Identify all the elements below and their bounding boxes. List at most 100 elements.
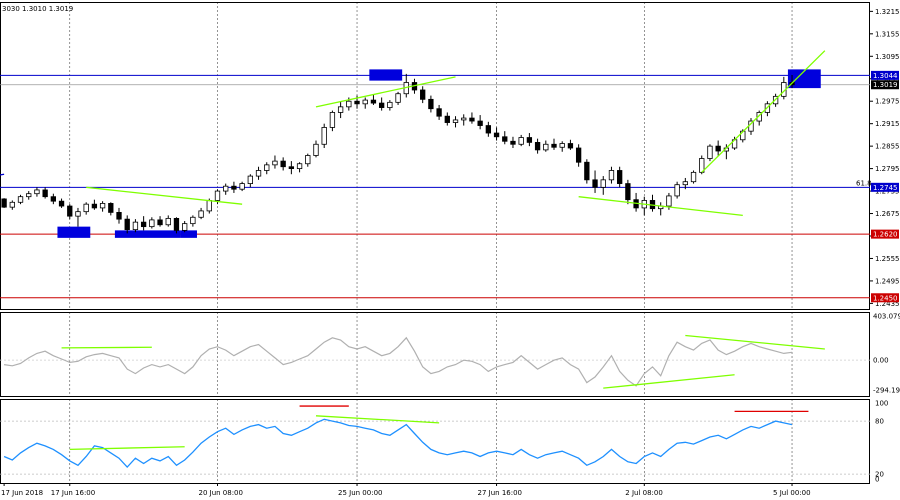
price-y-tick-label: 1.2975 [875, 98, 900, 106]
candle-body [83, 203, 89, 213]
price-y-tick-label: 1.2555 [875, 255, 900, 263]
candle-body [493, 132, 500, 138]
box-jun-low-1 [57, 226, 91, 238]
candle-body [485, 125, 492, 134]
candle-body [362, 99, 368, 105]
candle-body [461, 117, 467, 121]
candle-body [140, 221, 147, 228]
candle-body [75, 211, 81, 217]
x-tick-label: 20 Jun 08:00 [199, 489, 243, 497]
last-price-tag-label: 1.3019 [873, 81, 898, 89]
candle-body [288, 166, 295, 170]
candle-body [666, 195, 672, 207]
box-jun-low-2 [114, 230, 181, 238]
candle-body [157, 219, 163, 226]
cci-y-tick-label: 403.0796 [873, 313, 900, 321]
candle-body [124, 218, 130, 231]
candle-body [395, 93, 401, 103]
candle-body [116, 212, 122, 220]
price-y-tick-label: 1.3155 [875, 30, 900, 38]
level-tag-label-resistance: 1.3044 [873, 72, 898, 80]
candle-body [567, 143, 574, 149]
cci-trend-line [61, 346, 152, 349]
candle-body [329, 112, 336, 128]
x-tick-label: 17 Jun 16:00 [51, 489, 95, 497]
candle-body [625, 183, 631, 201]
box-jun-low-3 [180, 230, 197, 238]
candle-body [584, 161, 590, 181]
cci-y-tick-label: -294.194 [873, 387, 900, 395]
candle-body [502, 136, 508, 142]
candle-body [682, 181, 688, 186]
candle-body [370, 99, 377, 104]
candle-body [305, 155, 311, 165]
price-y-tick-label: 1.3215 [875, 8, 900, 16]
candle-body [608, 170, 615, 181]
candle-body [108, 203, 114, 213]
candle-body [182, 223, 188, 231]
candle-body [715, 145, 721, 152]
candle-body [543, 143, 549, 151]
candle-body [444, 115, 450, 123]
level-tag-label-fib-61: 1.2745 [873, 184, 898, 192]
candle-body [280, 160, 286, 168]
trading-chart: 3030 1.3010 1.3019 61.8 17 Jun 2018 17 Ju… [0, 0, 900, 500]
price-y-tick-label: 1.2915 [875, 120, 900, 128]
candle-body [526, 137, 533, 143]
price-y-tick-label: 1.2675 [875, 210, 900, 218]
rsi-y-tick-label: 0 [875, 476, 879, 484]
candle-body [575, 147, 582, 163]
candle-body [600, 179, 606, 188]
candle-body [559, 143, 565, 148]
x-tick-label: 27 Jun 16:00 [478, 489, 522, 497]
candle-body [255, 170, 262, 177]
candle-body [387, 101, 393, 108]
candle-body [206, 200, 212, 212]
candle-body [617, 170, 623, 184]
candle-body [34, 189, 40, 195]
box-aug-high [787, 69, 821, 89]
candle-body [67, 205, 73, 217]
candle-body [378, 102, 385, 108]
candle-body [173, 217, 180, 231]
price-y-tick-label: 1.2855 [875, 143, 900, 151]
cci-y-tick-label: 0.00 [873, 357, 889, 365]
candle-body [296, 163, 303, 170]
candle-body [469, 117, 475, 122]
candle-body [9, 201, 15, 208]
x-tick-label: 17 Jun 2018 [1, 489, 43, 497]
price-y-tick-label: 1.2795 [875, 165, 900, 173]
candle-body [99, 203, 106, 209]
candle-body [477, 120, 483, 126]
x-tick-label: 25 Jun 00:00 [338, 489, 382, 497]
candle-body [551, 143, 557, 148]
candle-body [132, 221, 139, 231]
candle-body [247, 175, 253, 184]
candle-body [428, 98, 434, 110]
level-tag-label-support-1: 1.2620 [873, 231, 898, 239]
candle-body [534, 141, 541, 151]
candle-body [354, 100, 360, 105]
rsi-y-tick-label: 80 [875, 418, 884, 426]
candle-body [272, 160, 278, 166]
x-tick-label: 5 Jul 00:00 [773, 489, 811, 497]
x-tick-label: 2 Jul 08:00 [625, 489, 663, 497]
candle-body [231, 185, 237, 190]
candle-body [420, 89, 426, 100]
candle-body [223, 185, 229, 192]
candle-body [50, 196, 57, 202]
rsi-y-tick-label: 100 [875, 400, 888, 408]
candle-body [239, 183, 245, 190]
candle-body [510, 140, 516, 145]
candle-body [674, 184, 680, 197]
candle-body [313, 143, 319, 156]
candle-body [214, 190, 221, 201]
candle-body [190, 216, 196, 225]
candle-body [26, 193, 32, 198]
candle-body [321, 127, 327, 145]
candle-body [707, 145, 713, 159]
candle-body [592, 179, 598, 188]
candle-body [337, 106, 344, 113]
candle-body [149, 219, 155, 228]
quote-readout: 3030 1.3010 1.3019 [2, 5, 73, 13]
